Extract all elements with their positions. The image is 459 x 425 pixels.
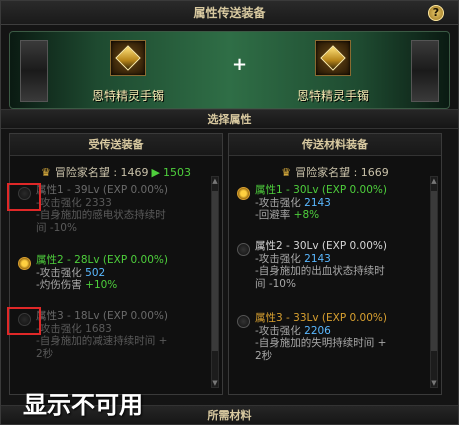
material-item-slot[interactable] [315,40,351,76]
material-equipment-panel: 传送材料装备 ♛ 冒险家名望 : 1669 属性1 - 30Lv (EXP 0.0… [228,133,442,395]
scroll-thumb[interactable] [431,191,437,351]
material-attr-2: 属性2 - 30Lv (EXP 0.00%) -攻击强化 2143 -自身施加的… [237,240,427,290]
overlay-caption: 显示不可用 [23,391,143,419]
source-attr-1: 属性1 - 39Lv (EXP 0.00%) -攻击强化 2333 -自身施加的… [18,184,208,234]
attr-header: 属性2 - 28Lv (EXP 0.00%) [36,254,168,266]
attr-line: -攻击强化 2143 [255,252,331,265]
transfer-window: 属性传送装备 ? 恩特精灵手镯 + 恩特精灵手镯 选择属性 受传送装备 ♛ 冒险家… [0,0,459,425]
plus-icon: + [232,54,248,75]
material-scrollbar[interactable]: ▲ ▼ [430,176,438,388]
help-icon[interactable]: ? [428,5,444,21]
radio-button-selected[interactable] [237,187,250,200]
attr-line: -回避率 +8% [255,209,320,221]
highlight-box [7,183,41,211]
attr-line: 2秒 [255,349,273,362]
attr-line: -自身施加的感电状态持续时 [36,209,166,221]
scroll-thumb[interactable] [212,191,218,351]
source-scrollbar[interactable]: ▲ ▼ [211,176,219,388]
attr-line: -自身施加的出血状态持续时 [255,265,385,277]
fame-crown-icon: ♛ [281,166,292,179]
source-panel-title: 受传送装备 [10,134,222,156]
source-fame: ♛ 冒险家名望 : 1469 ▶ 1503 [10,164,222,180]
material-panel-title: 传送材料装备 [229,134,441,156]
fame-value: 冒险家名望 : 1669 [295,166,389,179]
section-select-attribute: 选择属性 [1,109,458,129]
scroll-up-icon[interactable]: ▲ [212,177,218,185]
source-item-name: 恩特精灵手镯 [91,89,164,103]
attr-header: 属性1 - 39Lv (EXP 0.00%) [36,184,168,196]
scroll-up-icon[interactable]: ▲ [431,177,437,185]
attr-line: -攻击强化 502 [36,266,106,279]
window-title: 属性传送装备 [193,6,266,20]
material-item-name: 恩特精灵手镯 [296,89,369,103]
attr-line: -攻击强化 2143 [255,196,331,209]
attr-line: -灼伤伤害 +10% [36,279,118,291]
material-attr-1: 属性1 - 30Lv (EXP 0.00%) -攻击强化 2143 -回避率 +… [237,184,427,222]
attr-line: -自身施加的减速持续时间 + [36,335,168,347]
scroll-down-icon[interactable]: ▼ [431,379,437,387]
attr-line: 2秒 [36,347,54,360]
attr-line: -攻击强化 1683 [36,322,112,335]
source-equipment-panel: 受传送装备 ♛ 冒险家名望 : 1469 ▶ 1503 属性1 - 39Lv (EXP… [9,133,223,395]
attr-header: 属性2 - 30Lv (EXP 0.00%) [255,240,387,252]
material-attr-3: 属性3 - 33Lv (EXP 0.00%) -攻击强化 2206 -自身施加的… [237,312,427,362]
highlight-box [7,307,41,335]
attr-line: -攻击强化 2206 [255,324,331,337]
attr-line: -自身施加的失明持续时间 + [255,337,387,349]
fame-crown-icon: ♛ [40,166,51,179]
attr-header: 属性1 - 30Lv (EXP 0.00%) [255,184,387,196]
attr-line: 间 -10% [255,277,296,290]
bracelet-icon [320,45,346,71]
material-fame: ♛ 冒险家名望 : 1669 [229,164,441,180]
attr-header: 属性3 - 33Lv (EXP 0.00%) [255,312,387,324]
source-item-slot[interactable] [110,40,146,76]
bracelet-icon [115,45,141,71]
fame-new-value: 1503 [163,166,192,179]
radio-button[interactable] [237,243,250,256]
attr-header: 属性3 - 18Lv (EXP 0.00%) [36,310,168,322]
radio-button-selected[interactable] [18,257,31,270]
attr-line: -攻击强化 2333 [36,196,112,209]
scroll-down-icon[interactable]: ▼ [212,379,218,387]
arrow-right-icon: ▶ [151,166,161,179]
radio-button[interactable] [237,315,250,328]
attr-line: 间 -10% [36,221,77,234]
source-attr-2: 属性2 - 28Lv (EXP 0.00%) -攻击强化 502 -灼伤伤害 +… [18,254,208,292]
source-attr-3: 属性3 - 18Lv (EXP 0.00%) -攻击强化 1683 -自身施加的… [18,310,208,360]
fame-value: 冒险家名望 : 1469 [54,166,149,179]
window-title-bar: 属性传送装备 ? [1,1,458,25]
equipment-banner: 恩特精灵手镯 + 恩特精灵手镯 [9,31,450,109]
